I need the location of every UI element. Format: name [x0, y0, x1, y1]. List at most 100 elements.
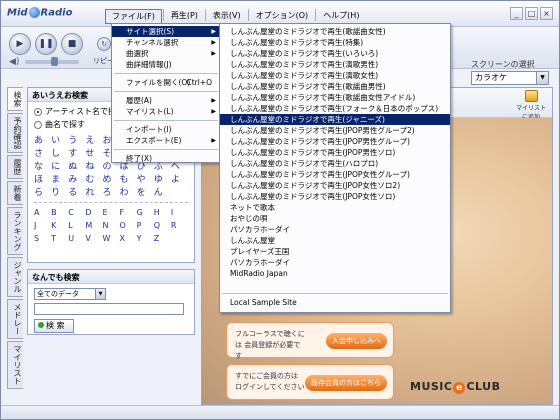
play-button[interactable]: ▶: [9, 33, 31, 55]
menu-file[interactable]: ファイル(F): [105, 9, 162, 24]
alpha-link[interactable]: J: [34, 221, 51, 233]
alpha-link[interactable]: O: [120, 221, 137, 233]
kana-link[interactable]: ん: [154, 185, 171, 198]
tab-genre[interactable]: ジャンル: [7, 257, 23, 297]
alpha-link[interactable]: Q: [154, 221, 171, 233]
kana-link[interactable]: ぬ: [68, 159, 85, 172]
kana-link[interactable]: み: [68, 172, 85, 185]
menu-item-channel-select[interactable]: チャンネル選択 ▶: [112, 37, 220, 48]
kana-link[interactable]: る: [68, 185, 85, 198]
menu-item-history[interactable]: 履歴(A) ▶: [112, 95, 220, 106]
kana-link[interactable]: ろ: [102, 185, 119, 198]
kana-link[interactable]: し: [51, 146, 68, 159]
site-menu-item[interactable]: しんぶん屋堂のミドラジオで再生(JPOP女性ソロ): [220, 191, 450, 202]
stop-button[interactable]: ■: [61, 33, 83, 55]
alpha-link[interactable]: R: [171, 221, 188, 233]
site-menu-item[interactable]: おやじの唄: [220, 213, 450, 224]
site-menu-item[interactable]: しんぶん屋堂のミドラジオで再生(ハロプロ): [220, 158, 450, 169]
site-menu-item[interactable]: プレイヤーズ王国: [220, 246, 450, 257]
site-menu-item[interactable]: しんぶん屋堂: [220, 235, 450, 246]
kana-link[interactable]: め: [102, 172, 119, 185]
site-menu-item[interactable]: しんぶん屋堂のミドラジオで再生(演歌男性): [220, 59, 450, 70]
tab-history[interactable]: 履歴: [7, 155, 23, 179]
minimize-icon[interactable]: _: [510, 7, 523, 20]
alpha-link[interactable]: U: [68, 234, 85, 246]
alpha-link[interactable]: G: [137, 208, 154, 220]
kana-link[interactable]: む: [85, 172, 102, 185]
site-menu-item[interactable]: しんぶん屋堂のミドラジオで再生(フォーク＆日本のポップス): [220, 103, 450, 114]
data-type-select[interactable]: 全てのデータ ▼: [34, 288, 106, 300]
kana-link[interactable]: を: [137, 185, 154, 198]
kana-link[interactable]: せ: [85, 146, 102, 159]
tab-reservation[interactable]: 予約確認: [7, 113, 23, 153]
kana-link[interactable]: ら: [34, 185, 51, 198]
alpha-link[interactable]: V: [85, 234, 102, 246]
volume-knob[interactable]: [51, 57, 58, 66]
site-menu-item[interactable]: しんぶん屋堂のミドラジオで再生(JPOP女性グループ): [220, 169, 450, 180]
site-menu-item[interactable]: しんぶん屋堂のミドラジオで再生(歌謡曲女性): [220, 26, 450, 37]
site-menu-item[interactable]: しんぶん屋堂のミドラジオで再生(いろいろ): [220, 48, 450, 59]
menu-view[interactable]: 表示(V): [207, 9, 247, 24]
menu-item-exit[interactable]: 終了(X): [112, 153, 220, 164]
kana-link[interactable]: ほ: [34, 172, 51, 185]
kana-link[interactable]: え: [85, 133, 102, 146]
site-menu-item[interactable]: MidRadio Japan: [220, 268, 450, 279]
kana-link[interactable]: に: [51, 159, 68, 172]
kana-link[interactable]: ゆ: [154, 172, 171, 185]
alpha-link[interactable]: Y: [137, 234, 154, 246]
site-menu-item[interactable]: パソカラホーダイ: [220, 257, 450, 268]
tab-medley[interactable]: メドレー: [7, 299, 23, 339]
alpha-link[interactable]: S: [34, 234, 51, 246]
kana-link[interactable]: ね: [85, 159, 102, 172]
screen-select[interactable]: カラオケ ▼: [471, 71, 549, 85]
menu-play[interactable]: 再生(P): [165, 9, 204, 24]
search-button[interactable]: 検 索: [34, 319, 74, 333]
close-icon[interactable]: ×: [540, 7, 553, 20]
menu-item-mylist[interactable]: マイリスト(L) ▶: [112, 106, 220, 117]
alpha-link[interactable]: Z: [154, 234, 171, 246]
alpha-link[interactable]: L: [68, 221, 85, 233]
radio-song[interactable]: [34, 120, 42, 129]
menu-item-song-detail[interactable]: 曲詳細情報(J): [112, 59, 220, 70]
repeat-icon[interactable]: ↻: [97, 37, 111, 51]
alpha-link[interactable]: T: [51, 234, 68, 246]
alpha-link[interactable]: M: [85, 221, 102, 233]
kana-link[interactable]: す: [68, 146, 85, 159]
kana-link[interactable]: さ: [34, 146, 51, 159]
site-menu-item[interactable]: しんぶん屋堂のミドラジオで再生(JPOP男性ソロ): [220, 147, 450, 158]
site-menu-item[interactable]: しんぶん屋堂のミドラジオで再生(歌謡曲男性): [220, 81, 450, 92]
alpha-link[interactable]: A: [34, 208, 51, 220]
login-button[interactable]: 既存会員の方はこちら: [305, 375, 387, 391]
site-menu-item[interactable]: しんぶん屋堂のミドラジオで再生(JPOP女性ソロ2): [220, 180, 450, 191]
maximize-icon[interactable]: □: [525, 7, 538, 20]
alpha-link[interactable]: H: [154, 208, 171, 220]
kana-link[interactable]: あ: [34, 133, 51, 146]
tab-search[interactable]: 検索: [7, 87, 23, 111]
site-menu-item[interactable]: しんぶん屋堂のミドラジオで再生(ジャニーズ): [220, 114, 450, 125]
alpha-link[interactable]: E: [102, 208, 119, 220]
kana-link[interactable]: い: [51, 133, 68, 146]
alpha-link[interactable]: F: [120, 208, 137, 220]
site-menu-item[interactable]: しんぶん屋堂のミドラジオで再生(JPOP男性グループ): [220, 136, 450, 147]
kana-link[interactable]: な: [34, 159, 51, 172]
menu-item-import[interactable]: インポート(I): [112, 124, 220, 135]
alpha-link[interactable]: B: [51, 208, 68, 220]
site-menu-item[interactable]: ネットで歌本: [220, 202, 450, 213]
menu-item-site-select[interactable]: サイト選択(S) ▶: [112, 26, 220, 37]
add-mylist-button[interactable]: マイリスト に追加: [514, 90, 548, 121]
site-menu-item[interactable]: しんぶん屋堂のミドラジオで再生(特集): [220, 37, 450, 48]
site-menu-item[interactable]: しんぶん屋堂のミドラジオで再生(歌謡曲女性アイドル): [220, 92, 450, 103]
kana-link[interactable]: や: [137, 172, 154, 185]
menu-help[interactable]: ヘルプ(H): [317, 9, 365, 24]
signup-button[interactable]: 入会申し込みへ: [326, 333, 387, 349]
alpha-link[interactable]: X: [120, 234, 137, 246]
tab-new[interactable]: 新着: [7, 181, 23, 205]
alpha-link[interactable]: N: [102, 221, 119, 233]
site-menu-item[interactable]: Local Sample Site: [220, 297, 450, 308]
alpha-link[interactable]: K: [51, 221, 68, 233]
tab-mylist[interactable]: マイリスト: [7, 341, 23, 389]
alpha-link[interactable]: P: [137, 221, 154, 233]
alpha-link[interactable]: C: [68, 208, 85, 220]
menu-options[interactable]: オプション(O): [250, 9, 315, 24]
pause-button[interactable]: ❚❚: [35, 33, 57, 55]
